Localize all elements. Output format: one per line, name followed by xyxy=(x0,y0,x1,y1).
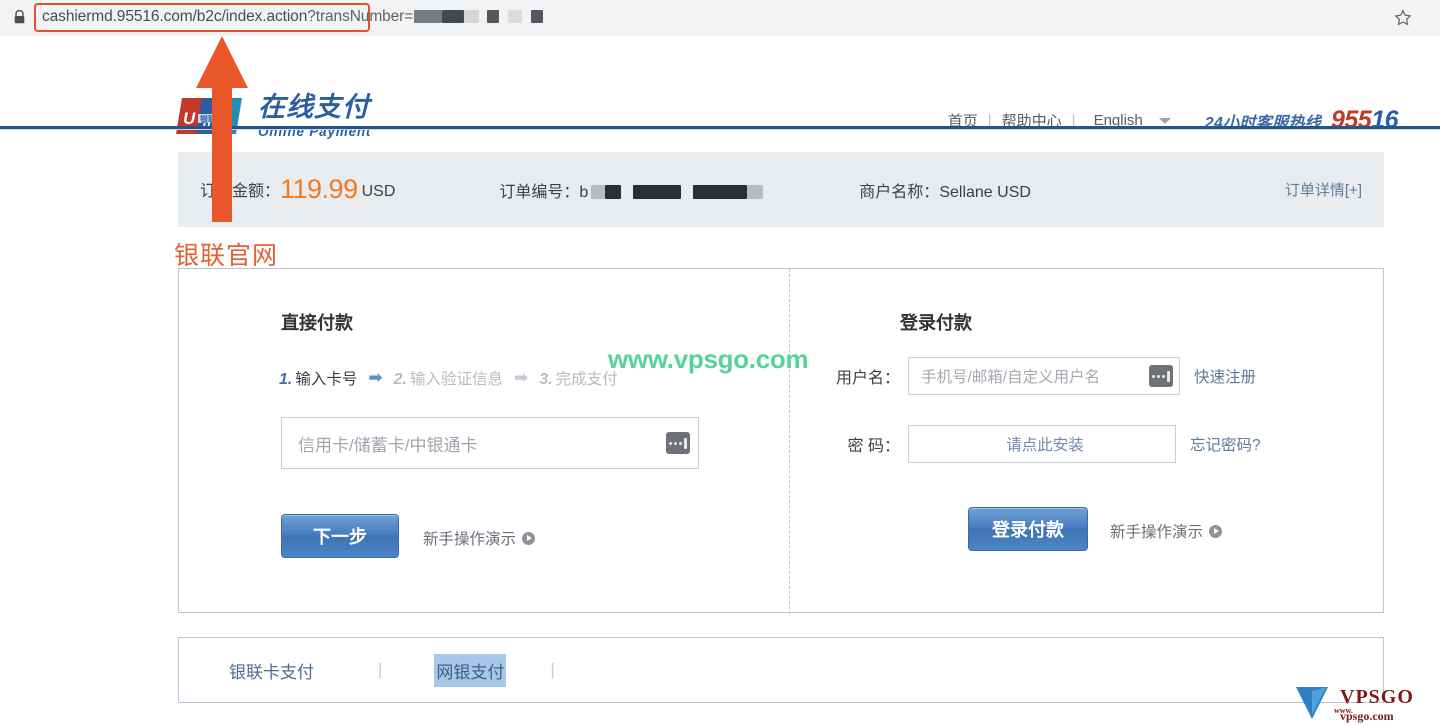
username-input[interactable]: 手机号/邮箱/自定义用户名 xyxy=(908,357,1180,395)
order-number: 订单编号：b xyxy=(499,178,764,202)
order-amount-currency: USD xyxy=(361,183,396,200)
direct-payment-title: 直接付款 xyxy=(281,313,353,333)
lock-icon xyxy=(14,9,25,24)
direct-payment-section: 直接付款 1. 输入卡号 ➡ 2. 输入验证信息 ➡ 3. 完成支付 信用卡/储… xyxy=(179,269,789,614)
payment-main-panel: 直接付款 1. 输入卡号 ➡ 2. 输入验证信息 ➡ 3. 完成支付 信用卡/储… xyxy=(178,268,1385,614)
soft-keyboard-icon[interactable] xyxy=(666,432,690,454)
order-number-redaction xyxy=(605,185,622,200)
password-label: 密 码： xyxy=(847,438,900,455)
login-payment-title: 登录付款 xyxy=(900,313,972,333)
logo-text-block: 在线支付 Online Payment xyxy=(258,92,371,139)
url-redaction-block xyxy=(442,10,465,24)
order-number-redaction xyxy=(693,185,748,200)
url-redaction-block xyxy=(464,10,480,24)
step-2: 2. 输入验证信息 xyxy=(394,367,503,389)
url-redaction-block xyxy=(531,10,544,24)
up-arrow-annotation-icon xyxy=(196,36,248,222)
browser-address-bar[interactable]: cashiermd.95516.com/b2c/index.action?tra… xyxy=(0,0,1440,36)
password-input[interactable]: 请点此安装 xyxy=(908,425,1176,463)
order-amount-value: 119.99 xyxy=(280,174,358,204)
url-domain-path: cashiermd.95516.com/b2c/index.action xyxy=(42,8,308,25)
url-text[interactable]: cashiermd.95516.com/b2c/index.action?tra… xyxy=(42,8,544,26)
url-query: ?transNumber= xyxy=(307,8,414,25)
password-install-prompt[interactable]: 请点此安装 xyxy=(1006,433,1084,455)
order-number-redaction xyxy=(633,185,682,200)
soft-keyboard-icon[interactable] xyxy=(1149,365,1173,387)
step-arrow-icon: ➡ xyxy=(513,368,529,387)
login-payment-section: 登录付款 用户名： 手机号/邮箱/自定义用户名 快速注册 密 码： 请点此安装 … xyxy=(790,269,1385,614)
quick-register-link[interactable]: 快速注册 xyxy=(1194,365,1256,387)
step-2-label: 输入验证信息 xyxy=(409,371,503,388)
order-summary-bar: 订单金额：119.99 USD 订单编号：b 商户名称：Sellane USD 订… xyxy=(178,152,1384,227)
order-number-label: 订单编号： xyxy=(499,183,580,201)
step-1-label: 输入卡号 xyxy=(295,371,358,388)
direct-payment-demo-link[interactable]: 新手操作演示 xyxy=(423,527,536,549)
step-3: 3. 完成支付 xyxy=(539,367,617,389)
payment-method-tabs: 银联卡支付 | 网银支付 | xyxy=(178,637,1384,703)
logo-title-cn: 在线支付 xyxy=(258,92,370,123)
step-3-number: 3. xyxy=(539,371,553,388)
annotation-label: 银联官网 xyxy=(174,242,279,270)
next-step-button[interactable]: 下一步 xyxy=(281,514,399,558)
tab-unionpay-card[interactable]: 银联卡支付 xyxy=(227,654,316,687)
url-redaction-block xyxy=(508,10,523,24)
order-number-redaction xyxy=(591,185,606,200)
direct-payment-demo-label: 新手操作演示 xyxy=(423,531,517,548)
play-circle-icon[interactable] xyxy=(1209,524,1223,538)
chevron-down-icon[interactable] xyxy=(1158,117,1171,124)
username-placeholder: 手机号/邮箱/自定义用户名 xyxy=(921,369,1101,386)
step-1-number: 1. xyxy=(279,371,293,388)
header-nav: 首页 | 帮助中心 | English 24小时客服热线 95516 xyxy=(948,106,1399,135)
card-number-input[interactable]: 信用卡/储蓄卡/中银通卡 xyxy=(281,417,699,469)
card-number-placeholder: 信用卡/储蓄卡/中银通卡 xyxy=(298,435,478,455)
page-root: cashiermd.95516.com/b2c/index.action?tra… xyxy=(0,0,1440,726)
order-merchant-value: Sellane USD xyxy=(939,183,1031,201)
direct-payment-steps: 1. 输入卡号 ➡ 2. 输入验证信息 ➡ 3. 完成支付 xyxy=(279,367,618,389)
username-row: 用户名： 手机号/邮箱/自定义用户名 快速注册 xyxy=(826,357,1256,395)
login-pay-button[interactable]: 登录付款 xyxy=(968,507,1088,551)
step-2-number: 2. xyxy=(393,371,407,388)
step-1: 1. 输入卡号 xyxy=(279,367,357,389)
username-label: 用户名： xyxy=(835,370,900,387)
tab-separator: | xyxy=(378,660,383,679)
play-circle-icon[interactable] xyxy=(522,531,536,545)
vpsgo-logo-icon: VPSGO www. vpsgo.com xyxy=(1288,681,1436,723)
url-redaction-block xyxy=(487,10,500,24)
svg-text:vpsgo.com: vpsgo.com xyxy=(1340,709,1394,723)
order-number-redaction xyxy=(747,185,764,200)
forgot-password-link[interactable]: 忘记密码? xyxy=(1190,433,1261,455)
order-merchant: 商户名称：Sellane USD xyxy=(859,178,1031,202)
tab-online-banking[interactable]: 网银支付 xyxy=(434,653,507,687)
order-detail-link[interactable]: 订单详情[+] xyxy=(1285,179,1362,200)
svg-text:VPSGO: VPSGO xyxy=(1340,686,1414,708)
password-row: 密 码： 请点此安装 忘记密码? xyxy=(826,425,1261,463)
order-merchant-label: 商户名称： xyxy=(859,183,940,201)
url-redaction-block xyxy=(414,10,443,24)
login-payment-demo-link[interactable]: 新手操作演示 xyxy=(1110,520,1223,542)
hotline-number: 95516 xyxy=(1331,106,1399,135)
star-icon[interactable] xyxy=(1394,9,1412,27)
tab-separator: | xyxy=(550,660,555,679)
login-payment-demo-label: 新手操作演示 xyxy=(1110,524,1204,541)
watermark-text: www.vpsgo.com xyxy=(608,344,809,374)
step-arrow-icon: ➡ xyxy=(368,368,383,387)
order-number-prefix: b xyxy=(579,183,589,201)
